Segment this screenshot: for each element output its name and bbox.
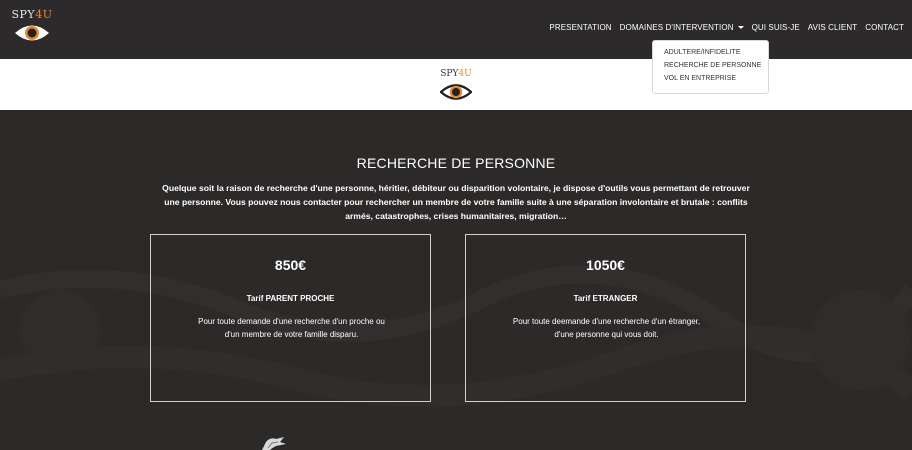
nav-contact[interactable]: CONTACT	[865, 23, 904, 32]
card-price: 1050€	[586, 257, 625, 273]
card-price: 850€	[274, 257, 307, 273]
brand-text: SPY4U	[11, 8, 53, 21]
dropdown-item-recherche[interactable]: RECHERCHE DE PERSONNE	[653, 59, 768, 72]
caret-down-icon	[737, 26, 744, 30]
card-description: Pour toute deemande d'une recherche d'un…	[512, 317, 701, 339]
section-description: Quelque soit la raison de recherche d'un…	[162, 183, 750, 221]
dropdown-item-vol[interactable]: VOL EN ENTREPRISE	[653, 72, 768, 85]
dropdown-item-adultere[interactable]: ADULTERE/INFIDELITE	[653, 46, 768, 59]
nav-qui-suis-je[interactable]: QUI SUIS-JE	[752, 23, 800, 32]
nav-presentation[interactable]: PRESENTATION	[549, 23, 611, 32]
pricing-card-etranger: 1050€ Tarif ETRANGER Pour toute deemande…	[465, 234, 746, 402]
nav-domaines-label: DOMAINES D'INTERVENTION	[619, 23, 734, 32]
brand-logo[interactable]: SPY4U	[10, 8, 54, 50]
eye-logo-icon	[440, 84, 472, 100]
main-section: RECHERCHE DE PERSONNE Quelque soit la ra…	[0, 110, 912, 450]
card-tarif-title: Tarif PARENT PROCHE	[246, 294, 335, 303]
center-logo: SPY4U	[434, 69, 478, 105]
card-tarif-title: Tarif ETRANGER	[573, 294, 638, 303]
section-title: RECHERCHE DE PERSONNE	[356, 155, 556, 171]
hand-image-icon	[262, 437, 286, 450]
card-description: Pour toute demande d'une recherche d'un …	[198, 317, 385, 339]
domaines-dropdown-menu: ADULTERE/INFIDELITE RECHERCHE DE PERSONN…	[652, 40, 769, 94]
top-navbar: SPY4U PRESENTATION DOMAINES D'INTERVENTI…	[0, 0, 912, 59]
main-nav: PRESENTATION DOMAINES D'INTERVENTION QUI…	[541, 23, 904, 32]
center-logo-text: SPY4U	[440, 69, 472, 79]
nav-avis-client[interactable]: AVIS CLIENT	[808, 23, 857, 32]
pricing-card-parent-proche: 850€ Tarif PARENT PROCHE Pour toute dema…	[150, 234, 431, 402]
logo-banner: SPY4U	[0, 59, 912, 110]
eye-logo-icon	[15, 25, 49, 41]
nav-domaines[interactable]: DOMAINES D'INTERVENTION	[620, 23, 744, 32]
